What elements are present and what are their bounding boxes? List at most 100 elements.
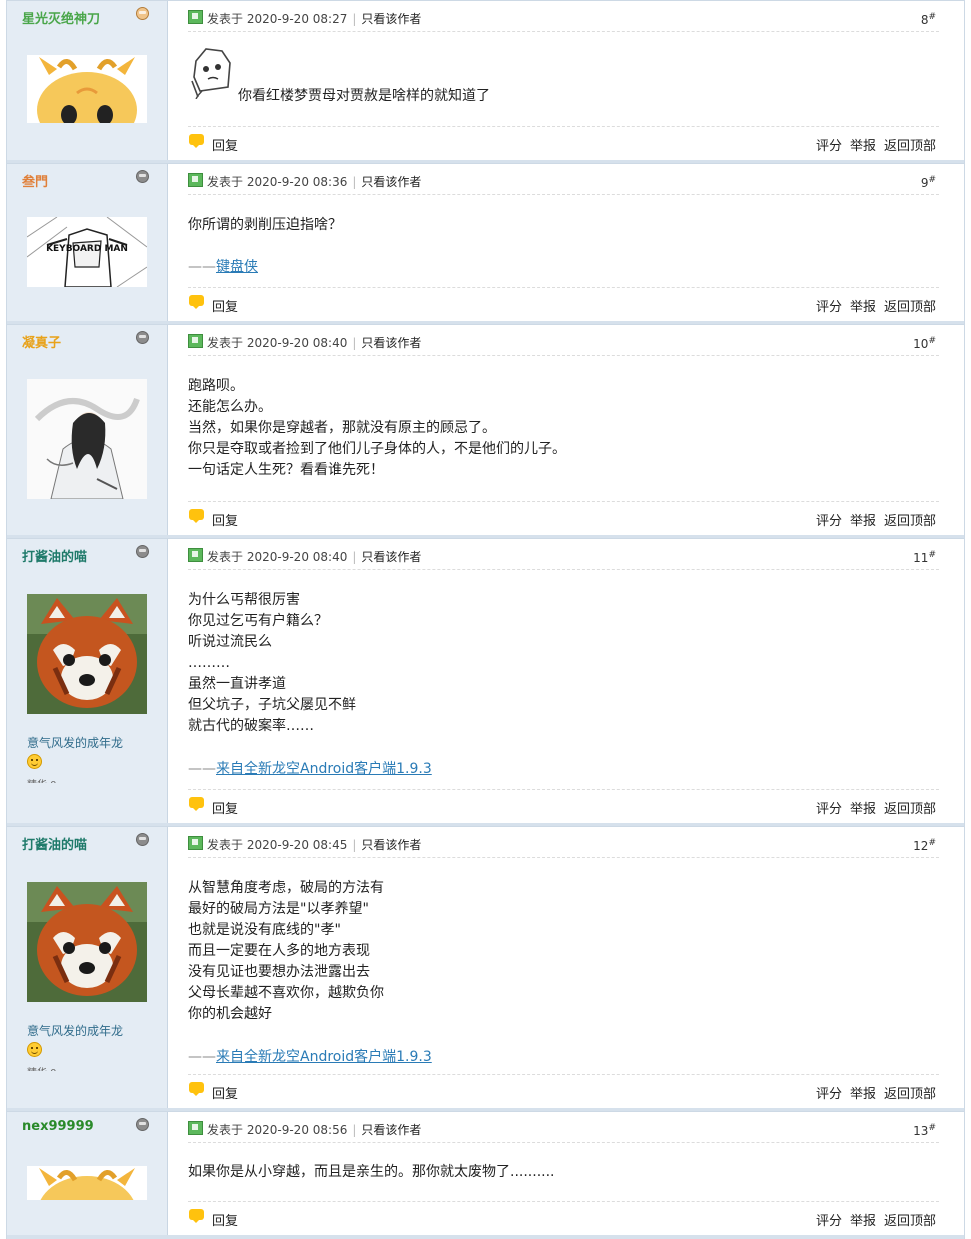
back-to-top-button[interactable]: 返回顶部 <box>884 802 936 817</box>
rate-button[interactable]: 评分 <box>816 139 842 154</box>
floor-number[interactable]: 8# <box>921 12 936 27</box>
back-to-top-button[interactable]: 返回顶部 <box>884 1087 936 1102</box>
post-signature: ——来自全新龙空Android客户端1.9.3 <box>188 761 432 777</box>
post-body: 你所谓的剥削压迫指啥？ <box>188 215 939 236</box>
post-text-line: 一句话定人生死？看看谁先死！ <box>188 462 384 478</box>
signature-link[interactable]: 键盘侠 <box>216 259 258 275</box>
avatar-text-line: KEYBOARD MAN <box>46 244 128 254</box>
post-body: 跑路呗。 还能怎么办。 当然，如果你是穿越者，那就没有原主的顾忌了。 你只是夺取… <box>188 376 939 481</box>
only-author-link[interactable]: 只看该作者 <box>361 12 421 26</box>
post-text-line: 没有见证也要想办法泄露出去 <box>188 964 370 980</box>
back-to-top-button[interactable]: 返回顶部 <box>884 139 936 154</box>
post-text-line: 为什么丐帮很厉害 <box>188 592 300 608</box>
reply-icon[interactable] <box>189 134 204 148</box>
floor-number[interactable]: 9# <box>921 175 936 190</box>
post-footer: 回复 评分 举报 返回顶部 <box>188 789 939 818</box>
username-link[interactable]: 星光灭绝神刀 <box>22 8 100 27</box>
post-text-line: 你只是夺取或者捡到了他们儿子身体的人，不是他们的儿子。 <box>188 441 566 457</box>
username-link[interactable]: 打酱油的喵 <box>22 834 87 853</box>
post-text-line: 还能怎么办。 <box>188 399 272 415</box>
report-button[interactable]: 举报 <box>850 1087 876 1102</box>
posted-label: 发表于 <box>207 336 244 350</box>
back-to-top-button[interactable]: 返回顶部 <box>884 514 936 529</box>
avatar[interactable] <box>27 379 147 499</box>
rate-button[interactable]: 评分 <box>816 300 842 315</box>
post-header: 发表于 2020-9-20 08:36 | 只看该作者 9# <box>188 170 939 195</box>
online-status-icon <box>136 7 149 20</box>
user-sidebar: 打酱油的喵 意气风发的成年龙 <box>7 827 168 1111</box>
reply-button[interactable]: 回复 <box>212 296 238 315</box>
post-body: 为什么丐帮很厉害 你见过乞丐有户籍么？ 听说过流民么 ……… 虽然一直讲孝道 但… <box>188 590 939 737</box>
report-button[interactable]: 举报 <box>850 1214 876 1229</box>
post-text-line: 你所谓的剥削压迫指啥？ <box>188 217 342 233</box>
post-text-line: ……… <box>188 655 230 671</box>
post-header: 发表于 2020-9-20 08:45 | 只看该作者 12# <box>188 833 939 858</box>
only-author-link[interactable]: 只看该作者 <box>361 838 421 852</box>
avatar[interactable] <box>27 882 147 1002</box>
post-text-line: 跑路呗。 <box>188 378 244 394</box>
post-header: 发表于 2020-9-20 08:40 | 只看该作者 11# <box>188 545 939 570</box>
post-signature: ——来自全新龙空Android客户端1.9.3 <box>188 1049 432 1065</box>
reply-icon[interactable] <box>189 1082 204 1096</box>
smiley-icon <box>27 754 42 769</box>
reply-button[interactable]: 回复 <box>212 1083 238 1102</box>
offline-status-icon <box>136 170 149 183</box>
thinking-face-emoticon-icon <box>188 47 234 100</box>
username-link[interactable]: nex99999 <box>22 1119 94 1134</box>
only-author-link[interactable]: 只看该作者 <box>361 175 421 189</box>
post-12: 打酱油的喵 意气风发的成年龙 发表于 2020-9-20 08:45 | 只看该… <box>6 826 965 1112</box>
truncated-stat: 精华 0 <box>27 1067 57 1071</box>
reply-button[interactable]: 回复 <box>212 135 238 154</box>
report-button[interactable]: 举报 <box>850 514 876 529</box>
floor-number[interactable]: 10# <box>913 336 936 351</box>
rate-button[interactable]: 评分 <box>816 802 842 817</box>
only-author-link[interactable]: 只看该作者 <box>361 550 421 564</box>
post-header: 发表于 2020-9-20 08:56 | 只看该作者 13# <box>188 1118 939 1143</box>
post-text-line: 如果你是从小穿越，而且是亲生的。那你就太废物了.......... <box>188 1164 555 1180</box>
reply-button[interactable]: 回复 <box>212 510 238 529</box>
back-to-top-button[interactable]: 返回顶部 <box>884 1214 936 1229</box>
post-datetime: 2020-9-20 08:27 <box>246 12 348 26</box>
reply-icon[interactable] <box>189 509 204 523</box>
rate-button[interactable]: 评分 <box>816 1214 842 1229</box>
only-author-link[interactable]: 只看该作者 <box>361 1123 421 1137</box>
reply-icon[interactable] <box>189 295 204 309</box>
avatar[interactable] <box>27 1166 147 1200</box>
post-text-line: 最好的破局方法是"以孝养望" <box>188 901 369 917</box>
post-text-line: 听说过流民么 <box>188 634 272 650</box>
offline-status-icon <box>136 545 149 558</box>
post-13: nex99999 发表于 2020-9-20 08:56|只看该作者 13# <box>6 1111 965 1239</box>
floor-number[interactable]: 13# <box>913 1123 936 1138</box>
post-status-icon <box>188 334 203 348</box>
report-button[interactable]: 举报 <box>850 139 876 154</box>
post-footer: 回复 评分 举报 返回顶部 <box>188 1074 939 1103</box>
username-link[interactable]: 打酱油的喵 <box>22 546 87 565</box>
reply-icon[interactable] <box>189 797 204 811</box>
avatar[interactable] <box>27 55 147 123</box>
reply-button[interactable]: 回复 <box>212 1210 238 1229</box>
post-text-line: 也就是说没有底线的"孝" <box>188 922 341 938</box>
signature-link[interactable]: 来自全新龙空Android客户端1.9.3 <box>216 1049 432 1065</box>
reply-icon[interactable] <box>189 1209 204 1223</box>
report-button[interactable]: 举报 <box>850 300 876 315</box>
avatar[interactable] <box>27 594 147 714</box>
only-author-link[interactable]: 只看该作者 <box>361 336 421 350</box>
username-link[interactable]: 叁門 <box>22 171 48 190</box>
avatar[interactable]: KEYBOARD MAN <box>27 217 147 287</box>
thread-list: 星光灭绝神刀 发表于 2020-9-20 08:27 | 只看该作者 8# 你看… <box>0 0 971 1239</box>
reply-button[interactable]: 回复 <box>212 798 238 817</box>
rate-button[interactable]: 评分 <box>816 514 842 529</box>
rate-button[interactable]: 评分 <box>816 1087 842 1102</box>
back-to-top-button[interactable]: 返回顶部 <box>884 300 936 315</box>
post-main: 发表于 2020-9-20 08:45 | 只看该作者 12# 从智慧角度考虑，破局… <box>168 827 964 1111</box>
post-text-line: 而且一定要在人多的地方表现 <box>188 943 370 959</box>
username-link[interactable]: 凝真子 <box>22 332 61 351</box>
floor-number[interactable]: 12# <box>913 838 936 853</box>
post-datetime: 2020-9-20 08:40 <box>246 550 348 564</box>
post-text-line: 你看红楼梦贾母对贾赦是啥样的就知道了 <box>238 88 490 104</box>
post-datetime: 2020-9-20 08:36 <box>246 175 348 189</box>
floor-number[interactable]: 11# <box>913 550 936 565</box>
report-button[interactable]: 举报 <box>850 802 876 817</box>
post-status-icon <box>188 173 203 187</box>
signature-link[interactable]: 来自全新龙空Android客户端1.9.3 <box>216 761 432 777</box>
